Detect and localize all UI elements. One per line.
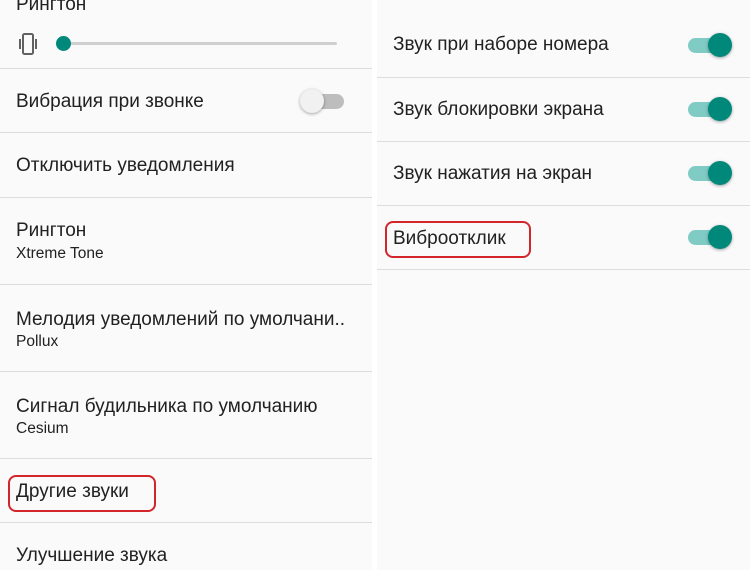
vibrate-on-ring-label: Вибрация при звонке [16, 91, 204, 112]
switch-thumb [708, 33, 732, 57]
ringtone-label: Рингтон [16, 220, 87, 241]
dial-pad-tones-row[interactable]: Звук при наборе номера [377, 14, 750, 78]
notification-tone-label: Мелодия уведомлений по умолчани.. [16, 309, 346, 330]
switch-thumb [708, 161, 732, 185]
sound-enhancement-row[interactable]: Улучшение звука [0, 523, 372, 570]
vibrate-on-touch-row[interactable]: Виброотклик [377, 206, 750, 270]
vibrate-on-ring-switch[interactable] [300, 88, 344, 114]
switch-thumb [708, 225, 732, 249]
alarm-tone-row[interactable]: Сигнал будильника по умолчанию Cesium [0, 372, 372, 459]
vibrate-on-ring-row[interactable]: Вибрация при звонке [0, 69, 372, 133]
vibrate-on-touch-label: Виброотклик [393, 228, 506, 249]
dial-pad-tones-label: Звук при наборе номера [393, 34, 609, 55]
vibrate-icon [19, 33, 37, 55]
other-sounds-row[interactable]: Другие звуки [0, 459, 372, 523]
sound-settings-panel: Рингтон Вибрация при звонке Отключить ув… [0, 0, 372, 570]
touch-sounds-row[interactable]: Звук нажатия на экран [377, 142, 750, 206]
screen-lock-sound-row[interactable]: Звук блокировки экрана [377, 78, 750, 142]
vibrate-on-touch-switch[interactable] [688, 224, 732, 250]
other-sounds-label: Другие звуки [16, 481, 129, 502]
other-sounds-panel: Звук при наборе номера Звук блокировки э… [377, 0, 750, 570]
mute-notifications-label: Отключить уведомления [16, 155, 235, 176]
touch-sounds-label: Звук нажатия на экран [393, 163, 593, 184]
notification-tone-value: Pollux [16, 333, 59, 350]
switch-thumb [300, 89, 324, 113]
screen-lock-sound-switch[interactable] [688, 96, 732, 122]
switch-thumb [708, 97, 732, 121]
notification-tone-row[interactable]: Мелодия уведомлений по умолчани.. Pollux [0, 285, 372, 372]
sound-enhancement-label: Улучшение звука [16, 545, 168, 566]
dial-pad-tones-switch[interactable] [688, 32, 732, 58]
ringtone-volume-slider-thumb[interactable] [55, 36, 71, 51]
ringtone-row[interactable]: Рингтон Xtreme Tone [0, 198, 372, 285]
screen: Рингтон Вибрация при звонке Отключить ув… [0, 0, 750, 570]
screen-lock-sound-label: Звук блокировки экрана [393, 99, 604, 120]
ringtone-volume-slider-track[interactable] [62, 42, 337, 45]
ringtone-value: Xtreme Tone [16, 245, 104, 262]
alarm-tone-label: Сигнал будильника по умолчанию [16, 396, 318, 417]
touch-sounds-switch[interactable] [688, 160, 732, 186]
ringtone-volume-title: Рингтон [16, 0, 87, 15]
alarm-tone-value: Cesium [16, 420, 69, 437]
ringtone-volume-row: Рингтон [0, 0, 372, 69]
mute-notifications-row[interactable]: Отключить уведомления [0, 133, 372, 198]
